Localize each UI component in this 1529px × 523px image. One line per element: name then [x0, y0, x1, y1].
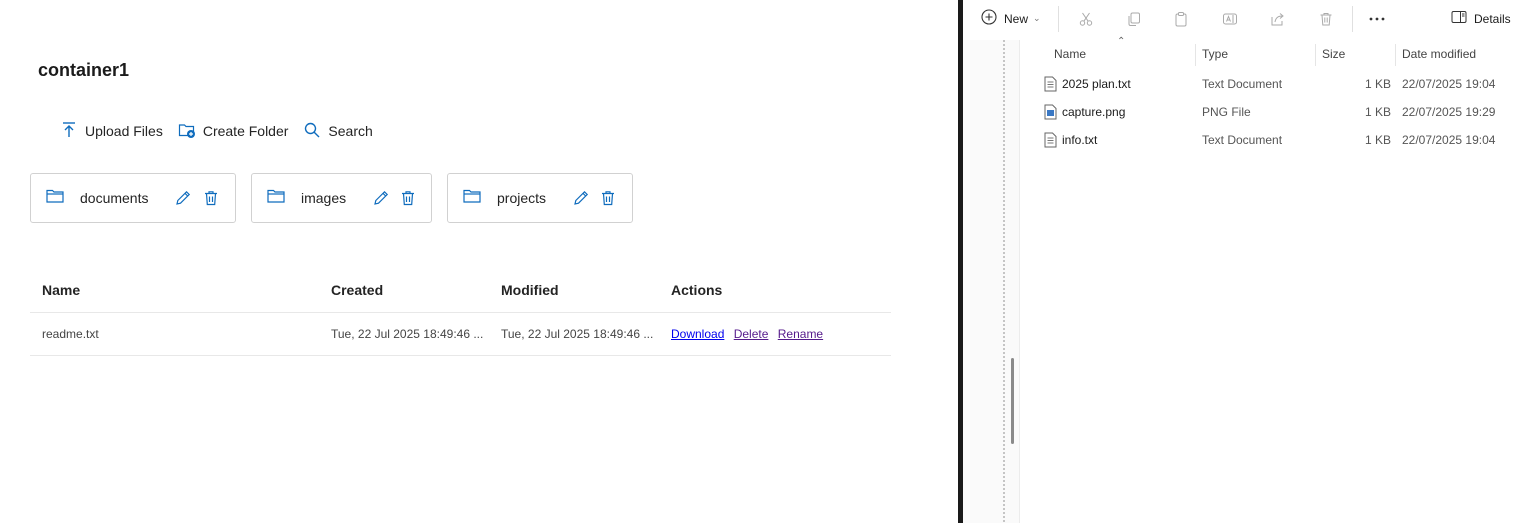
- file-row[interactable]: info.txt Text Document 1 KB 22/07/2025 1…: [1020, 126, 1529, 154]
- files-table: Name Created Modified Actions readme.txt…: [30, 268, 891, 356]
- folder-name: projects: [497, 190, 547, 206]
- trash-icon[interactable]: [599, 187, 618, 209]
- column-header-date-modified[interactable]: Date modified: [1402, 42, 1476, 66]
- folder-card-documents[interactable]: documents: [30, 173, 236, 223]
- trash-icon[interactable]: [201, 187, 221, 209]
- file-size: 1 KB: [1365, 105, 1392, 119]
- file-type: Text Document: [1202, 77, 1283, 91]
- folder-icon: [462, 187, 482, 210]
- paste-icon[interactable]: [1171, 9, 1191, 29]
- column-divider[interactable]: [1395, 44, 1396, 66]
- text-file-icon: [1044, 132, 1057, 151]
- trash-icon[interactable]: [398, 187, 417, 209]
- edit-icon[interactable]: [371, 187, 390, 209]
- more-options-icon[interactable]: [1367, 9, 1387, 29]
- navigation-pane[interactable]: [963, 40, 1020, 523]
- file-type: PNG File: [1202, 105, 1251, 119]
- create-folder-label: Create Folder: [202, 123, 289, 139]
- column-header-size[interactable]: Size: [1322, 42, 1345, 66]
- navigation-tree-lines: [1003, 40, 1005, 523]
- copy-icon[interactable]: [1124, 9, 1144, 29]
- file-row[interactable]: 2025 plan.txt Text Document 1 KB 22/07/2…: [1020, 70, 1529, 98]
- delete-icon[interactable]: [1316, 9, 1336, 29]
- toolbar: Upload Files Create Folder Search: [60, 119, 388, 143]
- folder-name: images: [301, 190, 347, 206]
- new-button[interactable]: New ⌄: [981, 9, 1041, 28]
- navigation-scrollbar[interactable]: [1011, 358, 1014, 444]
- details-label: Details: [1474, 11, 1511, 26]
- column-headers: ⌃ Name Type Size Date modified: [1020, 36, 1529, 66]
- file-date-modified: 22/07/2025 19:29: [1402, 105, 1496, 119]
- share-icon[interactable]: [1268, 9, 1288, 29]
- text-file-icon: [1044, 76, 1057, 95]
- command-bar: New ⌄ Details: [963, 0, 1529, 38]
- chevron-down-icon: ⌄: [1033, 13, 1041, 23]
- table-header-row: Name Created Modified Actions: [30, 268, 891, 313]
- table-row: readme.txt Tue, 22 Jul 2025 18:49:46 ...…: [30, 312, 891, 356]
- folder-card-projects[interactable]: projects: [447, 173, 633, 223]
- folder-name: documents: [80, 190, 149, 206]
- edit-icon[interactable]: [571, 187, 590, 209]
- download-link[interactable]: Download: [671, 327, 724, 341]
- folder-icon: [45, 187, 65, 210]
- folder-list: documents images projects: [30, 173, 648, 223]
- separator: [1058, 6, 1059, 32]
- rename-link[interactable]: Rename: [778, 327, 823, 341]
- sort-ascending-icon: ⌃: [1117, 36, 1126, 47]
- column-header-modified: Modified: [489, 268, 659, 313]
- column-header-name[interactable]: Name: [1054, 42, 1086, 66]
- file-explorer-window: New ⌄ Details ⌃ Name Type Size Date modi…: [963, 0, 1529, 523]
- details-pane-icon: [1451, 10, 1467, 27]
- file-name: capture.png: [1062, 105, 1126, 119]
- created-cell: Tue, 22 Jul 2025 18:49:46 ...: [319, 312, 489, 356]
- column-divider[interactable]: [1315, 44, 1316, 66]
- folder-icon: [266, 187, 286, 210]
- file-size: 1 KB: [1365, 77, 1392, 91]
- search-button[interactable]: Search: [303, 119, 373, 143]
- image-file-icon: [1044, 104, 1057, 123]
- search-icon: [303, 121, 328, 142]
- plus-circle-icon: [981, 9, 997, 28]
- file-name-cell: readme.txt: [30, 312, 319, 356]
- file-size: 1 KB: [1365, 133, 1392, 147]
- file-date-modified: 22/07/2025 19:04: [1402, 133, 1496, 147]
- edit-icon[interactable]: [173, 187, 193, 209]
- column-header-created: Created: [319, 268, 489, 313]
- folder-add-icon: [178, 121, 203, 142]
- file-name: info.txt: [1062, 133, 1098, 147]
- modified-cell: Tue, 22 Jul 2025 18:49:46 ...: [489, 312, 659, 356]
- cut-icon[interactable]: [1076, 9, 1096, 29]
- delete-link[interactable]: Delete: [734, 327, 769, 341]
- upload-files-label: Upload Files: [85, 123, 163, 139]
- new-label: New: [1004, 11, 1029, 26]
- storage-web-app: container1 Upload Files Create Folder Se…: [0, 0, 958, 523]
- folder-card-images[interactable]: images: [251, 173, 432, 223]
- column-header-name: Name: [30, 268, 319, 313]
- search-label: Search: [328, 123, 373, 139]
- column-divider[interactable]: [1195, 44, 1196, 66]
- details-button[interactable]: Details: [1451, 10, 1511, 27]
- rename-icon[interactable]: [1220, 9, 1240, 29]
- actions-cell: Download Delete Rename: [659, 312, 891, 356]
- file-name: 2025 plan.txt: [1062, 77, 1131, 91]
- upload-files-button[interactable]: Upload Files: [60, 119, 163, 143]
- column-header-type[interactable]: Type: [1202, 42, 1228, 66]
- column-header-actions: Actions: [659, 268, 891, 313]
- page-title: container1: [38, 60, 130, 80]
- create-folder-button[interactable]: Create Folder: [178, 119, 289, 143]
- file-date-modified: 22/07/2025 19:04: [1402, 77, 1496, 91]
- file-type: Text Document: [1202, 133, 1283, 147]
- upload-icon: [60, 121, 85, 142]
- file-row[interactable]: capture.png PNG File 1 KB 22/07/2025 19:…: [1020, 98, 1529, 126]
- separator: [1352, 6, 1353, 32]
